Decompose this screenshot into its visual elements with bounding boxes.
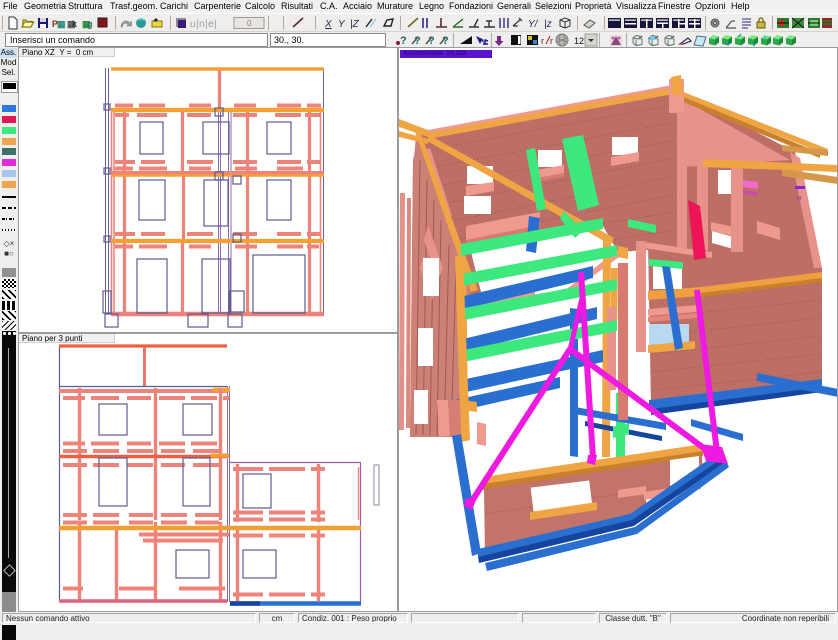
svg-text:u: u [190, 19, 196, 30]
svg-text:12: 12 [574, 36, 584, 46]
svg-text:n: n [199, 19, 205, 30]
svg-text:|z: |z [544, 19, 552, 30]
svg-text:g: g [87, 19, 93, 29]
svg-text:|: | [214, 19, 217, 30]
svg-text:74: 74 [796, 196, 802, 202]
svg-text:▦: ▦ [57, 19, 66, 29]
svg-text:r: r [541, 36, 544, 46]
svg-text:0: 0 [247, 19, 252, 28]
svg-text:Y/: Y/ [528, 19, 539, 30]
svg-text:r: r [550, 36, 553, 46]
svg-text:|Z: |Z [350, 19, 360, 30]
svg-text:?: ? [400, 35, 407, 47]
svg-text:k: k [72, 19, 78, 29]
svg-text:Y: Y [338, 19, 346, 30]
svg-text:X: X [324, 19, 332, 30]
